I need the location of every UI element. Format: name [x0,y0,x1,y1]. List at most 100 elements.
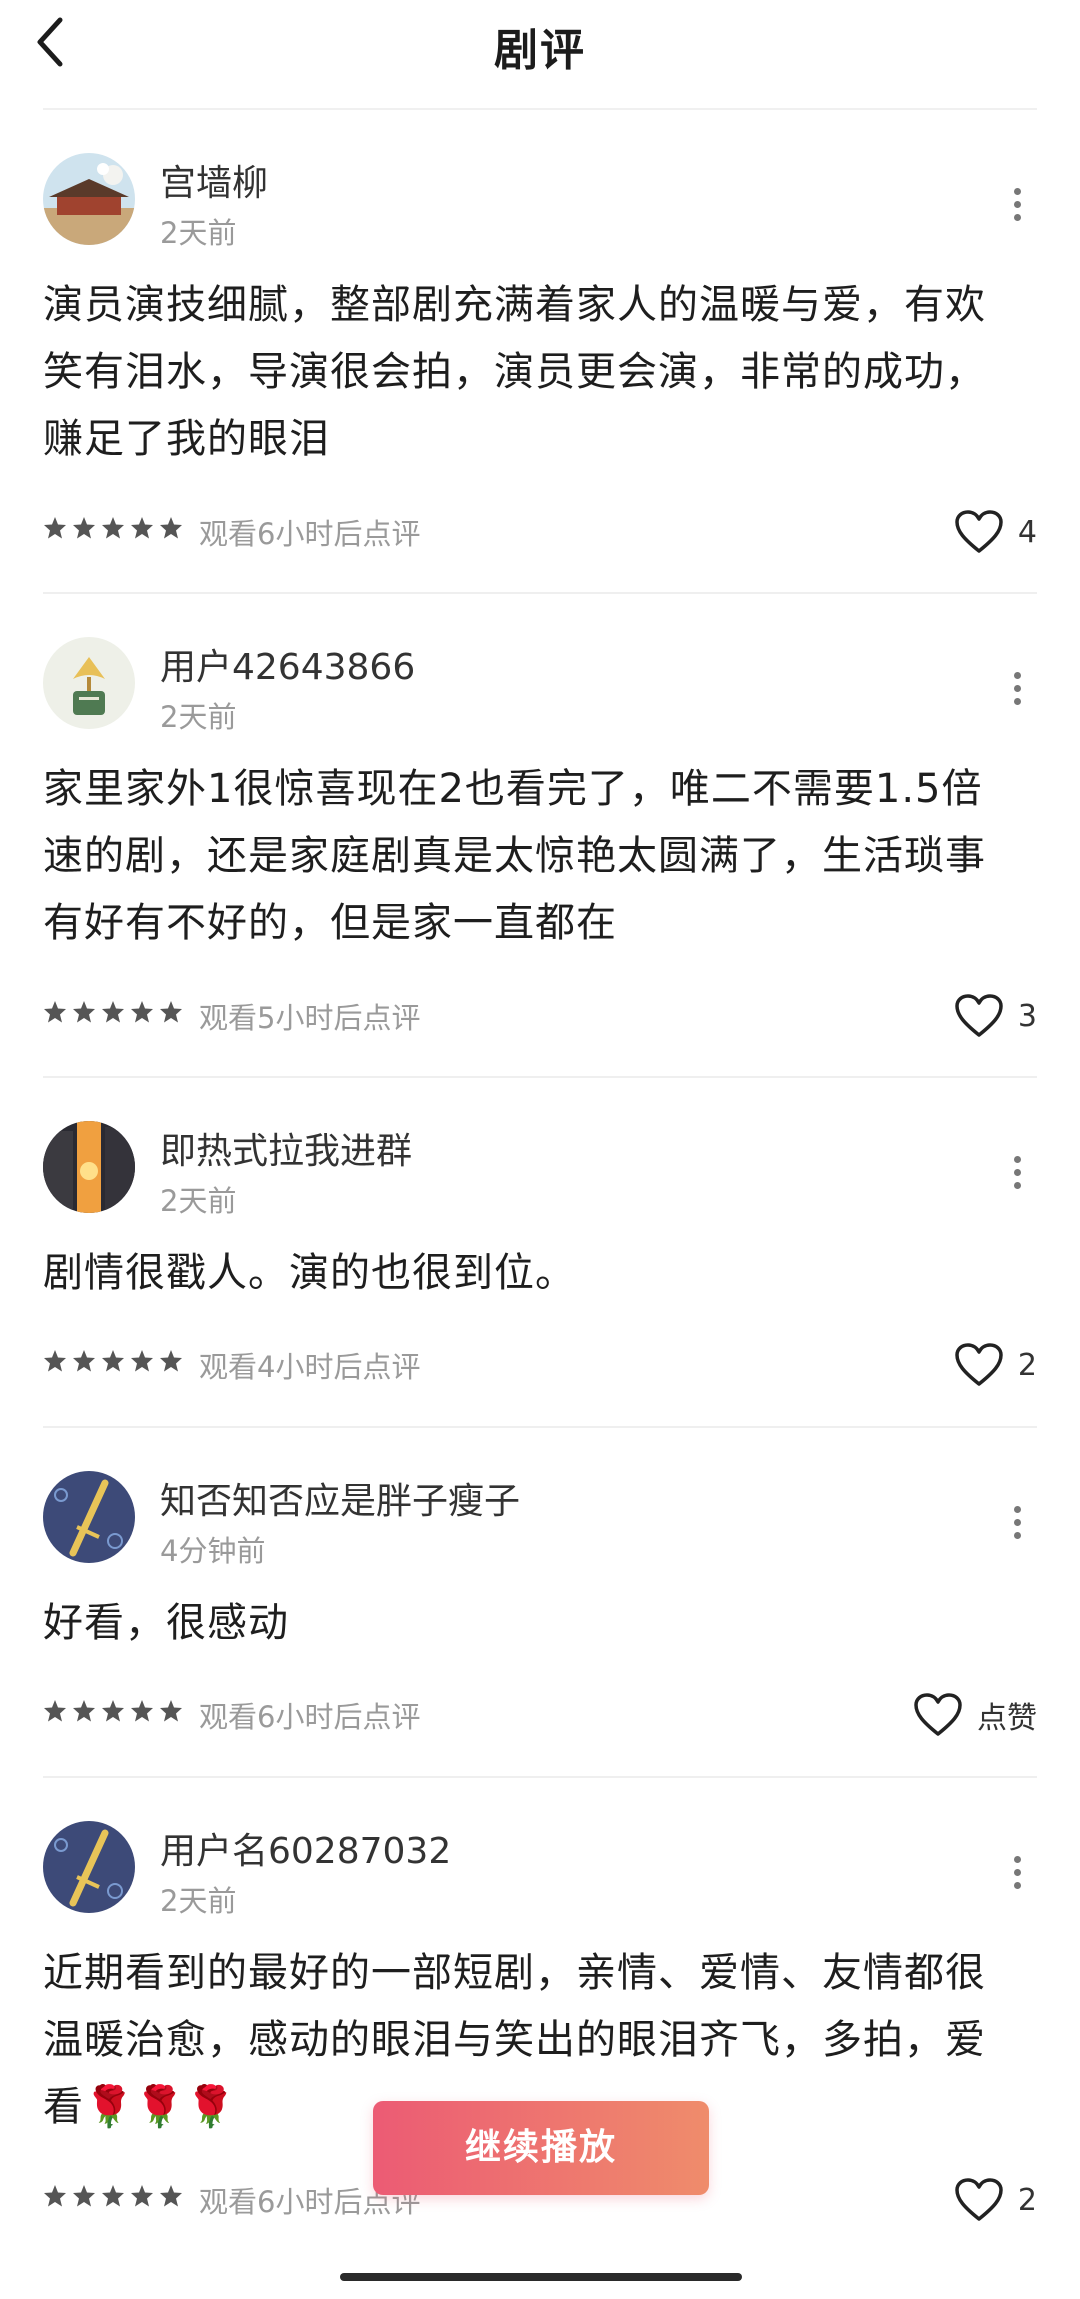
review-footer: 观看6小时后点评 点赞 [43,1690,1037,1740]
city-sunset-avatar-icon [43,1121,135,1213]
username[interactable]: 即热式拉我进群 [160,1122,412,1174]
content-line: 演员演技细腻，整部剧充满着家人的温暖与爱，有欢 [43,282,986,328]
star-icon [160,1350,182,1372]
page-title: 剧评 [494,25,586,76]
username[interactable]: 宫墙柳 [160,154,268,206]
review-list: 宫墙柳 2天前 演员演技细腻，整部剧充满着家人的温暖与爱，有欢 笑有泪水，导演很… [0,110,1080,2258]
watch-note: 观看6小时后点评 [199,1700,421,1734]
post-time: 4分钟前 [160,1534,266,1568]
content-line: 赚足了我的眼泪 [43,416,330,462]
content-line: 有好有不好的，但是家一直都在 [43,900,617,946]
review-footer: 观看5小时后点评 3 [43,991,1037,1041]
rating-stars [43,516,188,546]
continue-playing-button[interactable]: 继续播放 [373,2101,709,2195]
sword-avatar-icon [43,1821,135,1913]
post-time: 2天前 [160,700,237,734]
username[interactable]: 知否知否应是胖子瘦子 [160,1472,520,1524]
content-line: 温暖治愈，感动的眼泪与笑出的眼泪齐飞，多拍，爱 [43,2017,986,2063]
home-indicator[interactable] [340,2273,742,2281]
like-button[interactable]: 点赞 [913,1690,1037,1740]
like-count: 4 [1017,514,1037,550]
review-content: 剧情很戳人。演的也很到位。 [43,1240,1029,1307]
star-icon [102,1001,124,1023]
star-icon [131,2185,153,2207]
heart-icon [955,994,1003,1037]
review-footer: 观看6小时后点评 4 [43,507,1037,557]
avatar[interactable] [43,1471,135,1563]
rating-stars [43,2184,188,2214]
review-item: 即热式拉我进群 2天前 剧情很戳人。演的也很到位。 观看4小时后点评 2 [43,1078,1037,1428]
avatar[interactable] [43,637,135,729]
review-content: 家里家外1很惊喜现在2也看完了，唯二不需要1.5倍 速的剧，还是家庭剧真是太惊艳… [43,756,1029,957]
post-time: 2天前 [160,1884,237,1918]
star-icon [73,517,95,539]
like-count: 点赞 [977,1701,1037,1736]
star-icon [160,1700,182,1722]
more-options-button[interactable] [997,1500,1037,1560]
star-icon [102,2185,124,2207]
rating-stars [43,1699,188,1729]
content-line: 笑有泪水，导演很会拍，演员更会演，非常的成功， [43,349,986,395]
avatar[interactable] [43,1121,135,1213]
star-icon [44,1700,66,1722]
more-options-button[interactable] [997,182,1037,242]
star-icon [44,1001,66,1023]
more-options-button[interactable] [997,1150,1037,1210]
heart-icon [955,1343,1003,1386]
ginkgo-cup-avatar-icon [43,637,135,729]
content-line: 家里家外1很惊喜现在2也看完了，唯二不需要1.5倍 [43,766,983,812]
star-icon [131,1001,153,1023]
palace-photo-avatar-icon [43,153,135,245]
star-icon [73,1001,95,1023]
rating-stars [43,1349,188,1379]
rating-stars [43,1000,188,1030]
content-line: 近期看到的最好的一部短剧，亲情、爱情、友情都很 [43,1950,986,1996]
sword-avatar-icon [43,1471,135,1563]
star-icon [102,517,124,539]
star-icon [131,1700,153,1722]
star-icon [160,1001,182,1023]
like-button[interactable]: 4 [954,507,1037,557]
more-options-button[interactable] [997,666,1037,726]
content-line: 速的剧，还是家庭剧真是太惊艳太圆满了，生活琐事 [43,833,986,879]
like-button[interactable]: 2 [954,2175,1037,2225]
watch-note: 观看6小时后点评 [199,517,421,551]
username[interactable]: 用户名60287032 [160,1822,451,1874]
star-icon [131,1350,153,1372]
more-options-button[interactable] [997,1850,1037,1910]
star-icon [73,1350,95,1372]
review-content: 好看，很感动 [43,1590,1029,1657]
content-line: 好看，很感动 [43,1600,289,1646]
username[interactable]: 用户42643866 [160,638,415,690]
star-icon [102,1350,124,1372]
header-bar: 剧评 [0,0,1080,108]
star-icon [131,517,153,539]
heart-icon [914,1693,962,1736]
review-footer: 观看4小时后点评 2 [43,1340,1037,1390]
heart-icon [955,510,1003,553]
star-icon [44,1350,66,1372]
review-item: 宫墙柳 2天前 演员演技细腻，整部剧充满着家人的温暖与爱，有欢 笑有泪水，导演很… [43,110,1037,594]
like-count: 2 [1017,1347,1037,1383]
star-icon [73,1700,95,1722]
review-item: 知否知否应是胖子瘦子 4分钟前 好看，很感动 观看6小时后点评 点赞 [43,1428,1037,1778]
like-button[interactable]: 2 [954,1340,1037,1390]
like-count: 2 [1017,2182,1037,2218]
content-line: 剧情很戳人。演的也很到位。 [43,1250,576,1296]
avatar[interactable] [43,153,135,245]
avatar[interactable] [43,1821,135,1913]
like-button[interactable]: 3 [954,991,1037,1041]
post-time: 2天前 [160,216,237,250]
heart-icon [955,2178,1003,2221]
review-item: 用户42643866 2天前 家里家外1很惊喜现在2也看完了，唯二不需要1.5倍… [43,594,1037,1078]
post-time: 2天前 [160,1184,237,1218]
star-icon [44,2185,66,2207]
watch-note: 观看5小时后点评 [199,1001,421,1035]
watch-note: 观看4小时后点评 [199,1350,421,1384]
star-icon [102,1700,124,1722]
star-icon [73,2185,95,2207]
star-icon [160,2185,182,2207]
star-icon [160,517,182,539]
star-icon [44,517,66,539]
review-content: 演员演技细腻，整部剧充满着家人的温暖与爱，有欢 笑有泪水，导演很会拍，演员更会演… [43,272,1029,473]
